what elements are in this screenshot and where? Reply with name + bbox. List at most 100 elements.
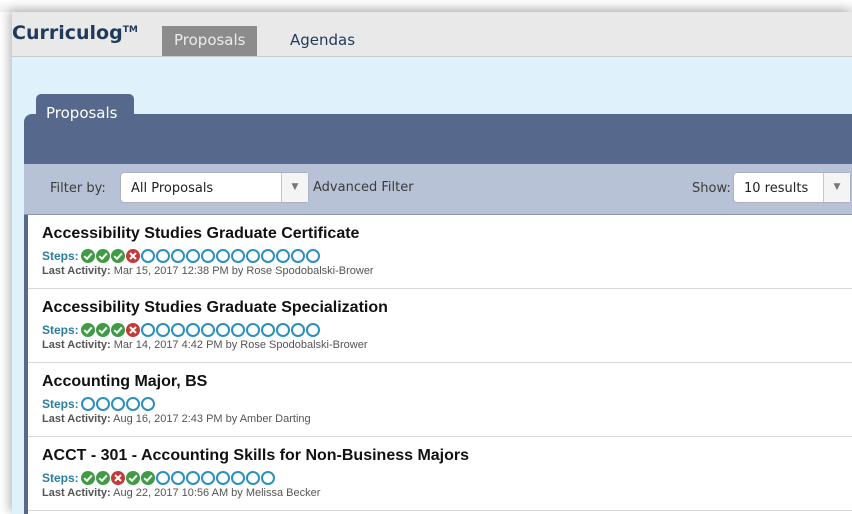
step-pending-icon (230, 323, 245, 337)
step-pending-icon (125, 397, 140, 411)
proposal-row[interactable]: Accounting Major, BS Steps: Last Activit… (28, 363, 852, 437)
step-complete-icon (140, 471, 155, 485)
step-complete-icon (80, 249, 95, 263)
step-pending-icon (245, 323, 260, 337)
step-pending-icon (110, 397, 125, 411)
results-count-select[interactable]: 10 results ▼ (733, 172, 851, 203)
step-pending-icon (170, 249, 185, 263)
screenshot-edge (0, 0, 852, 12)
step-indicators (80, 323, 321, 337)
step-pending-icon (185, 323, 200, 337)
show-selected-value: 10 results (744, 181, 809, 196)
advanced-filter-link[interactable]: Advanced Filter (313, 180, 414, 195)
step-pending-icon (260, 323, 275, 337)
step-pending-icon (155, 323, 170, 337)
app-window: CurriculogTM Proposals Agendas Proposals… (12, 12, 852, 514)
last-activity-value: Aug 22, 2017 10:56 AM by Melissa Becker (113, 487, 321, 499)
top-navigation-bar: CurriculogTM Proposals Agendas (12, 12, 852, 57)
last-activity-value: Mar 14, 2017 4:42 PM by Rose Spodobalski… (113, 339, 368, 351)
step-complete-icon (95, 249, 110, 263)
proposal-title[interactable]: Accessibility Studies Graduate Certifica… (42, 225, 359, 243)
panel-tab-proposals[interactable]: Proposals (36, 94, 134, 130)
step-indicators (80, 471, 276, 485)
step-pending-icon (170, 471, 185, 485)
step-pending-icon (140, 397, 155, 411)
step-pending-icon (200, 471, 215, 485)
step-pending-icon (230, 249, 245, 263)
step-pending-icon (260, 249, 275, 263)
proposal-row[interactable]: Accessibility Studies Graduate Certifica… (28, 215, 852, 289)
step-pending-icon (200, 323, 215, 337)
step-pending-icon (155, 471, 170, 485)
filter-by-label: Filter by: (50, 181, 106, 196)
step-pending-icon (215, 249, 230, 263)
trademark-mark: TM (122, 25, 138, 35)
step-pending-icon (305, 323, 320, 337)
filter-selected-value: All Proposals (131, 181, 214, 196)
step-complete-icon (110, 249, 125, 263)
last-activity-value: Aug 16, 2017 2:43 PM by Amber Darting (113, 413, 311, 425)
step-pending-icon (80, 397, 95, 411)
last-activity: Last Activity: Aug 16, 2017 2:43 PM by A… (42, 413, 311, 425)
proposal-steps: Steps: (42, 248, 321, 264)
nav-tab-proposals[interactable]: Proposals (162, 26, 258, 56)
proposal-list: Accessibility Studies Graduate Certifica… (24, 215, 852, 514)
proposal-filter-select[interactable]: All Proposals ▼ (120, 172, 309, 203)
proposal-title[interactable]: Accessibility Studies Graduate Specializ… (42, 299, 388, 317)
step-indicators (80, 249, 321, 263)
last-activity: Last Activity: Mar 15, 2017 12:38 PM by … (42, 265, 374, 277)
step-complete-icon (110, 323, 125, 337)
steps-label: Steps: (42, 249, 79, 263)
proposal-row[interactable]: ACCT - 301 - Accounting Skills for Non-B… (28, 437, 852, 511)
step-pending-icon (185, 471, 200, 485)
last-activity-label: Last Activity: (42, 339, 111, 351)
step-pending-icon (185, 249, 200, 263)
filter-bar: Filter by: All Proposals ▼ Advanced Filt… (24, 164, 852, 215)
panel-header (24, 114, 852, 166)
step-indicators (80, 397, 156, 411)
step-pending-icon (95, 397, 110, 411)
step-complete-icon (95, 323, 110, 337)
step-complete-icon (80, 323, 95, 337)
step-pending-icon (215, 471, 230, 485)
last-activity-label: Last Activity: (42, 413, 111, 425)
chevron-down-icon[interactable]: ▼ (823, 173, 850, 202)
step-pending-icon (245, 471, 260, 485)
last-activity-value: Mar 15, 2017 12:38 PM by Rose Spodobalsk… (113, 265, 374, 277)
step-rejected-icon (125, 249, 140, 263)
nav-tab-agendas[interactable]: Agendas (278, 26, 367, 56)
step-pending-icon (305, 249, 320, 263)
step-pending-icon (140, 249, 155, 263)
proposal-title[interactable]: ACCT - 301 - Accounting Skills for Non-B… (42, 447, 469, 465)
last-activity: Last Activity: Aug 22, 2017 10:56 AM by … (42, 487, 320, 499)
brand-logo[interactable]: CurriculogTM (12, 20, 138, 46)
step-complete-icon (125, 471, 140, 485)
step-complete-icon (95, 471, 110, 485)
step-pending-icon (275, 249, 290, 263)
proposal-steps: Steps: (42, 396, 156, 412)
step-pending-icon (290, 323, 305, 337)
last-activity: Last Activity: Mar 14, 2017 4:42 PM by R… (42, 339, 367, 351)
last-activity-label: Last Activity: (42, 487, 111, 499)
last-activity-label: Last Activity: (42, 265, 111, 277)
step-pending-icon (140, 323, 155, 337)
step-rejected-icon (110, 471, 125, 485)
step-pending-icon (200, 249, 215, 263)
proposal-steps: Steps: (42, 322, 321, 338)
proposal-title[interactable]: Accounting Major, BS (42, 373, 207, 391)
step-complete-icon (80, 471, 95, 485)
steps-label: Steps: (42, 323, 79, 337)
step-pending-icon (215, 323, 230, 337)
chevron-down-icon[interactable]: ▼ (281, 173, 308, 202)
step-pending-icon (170, 323, 185, 337)
step-pending-icon (230, 471, 245, 485)
brand-name: Curriculog (12, 22, 123, 44)
proposal-row[interactable]: Accessibility Studies Graduate Specializ… (28, 289, 852, 363)
steps-label: Steps: (42, 397, 79, 411)
step-pending-icon (260, 471, 275, 485)
show-label: Show: (692, 181, 731, 196)
step-rejected-icon (125, 323, 140, 337)
step-pending-icon (290, 249, 305, 263)
step-pending-icon (245, 249, 260, 263)
step-pending-icon (275, 323, 290, 337)
